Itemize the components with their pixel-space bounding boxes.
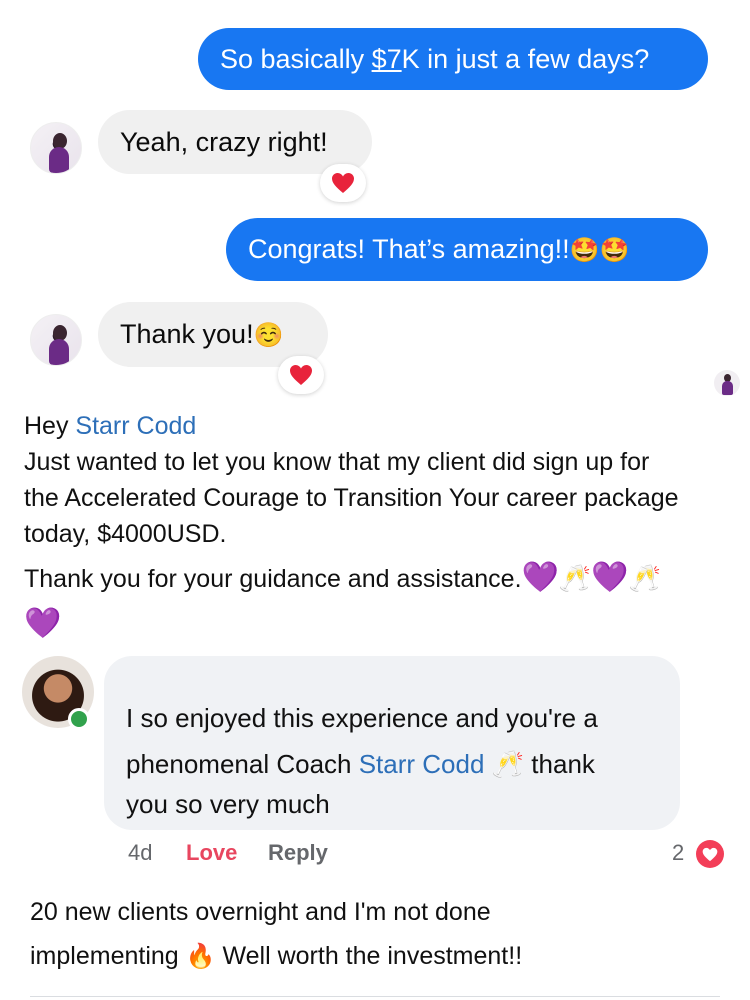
message-reaction[interactable] — [278, 356, 324, 394]
post-line: Hey Starr Codd — [24, 412, 197, 440]
purple-heart-icon: 💜 — [591, 560, 629, 595]
love-button[interactable]: Love — [186, 838, 237, 868]
reply-button[interactable]: Reply — [268, 838, 328, 868]
red-heart-icon — [332, 173, 354, 193]
post-line: today, $4000USD. — [24, 520, 227, 548]
love-reaction-icon[interactable] — [696, 840, 724, 868]
purple-heart-icon: 💜 — [24, 606, 62, 641]
sender-avatar[interactable] — [30, 122, 82, 174]
purple-heart-icon: 💜 — [521, 560, 559, 595]
message-text: Thank you! — [120, 319, 254, 349]
red-heart-icon — [290, 365, 312, 385]
clinking-glasses-icon: 🥂 — [491, 750, 525, 780]
star-struck-emoji-icon: 🤩🤩 — [569, 236, 630, 264]
post-line: the Accelerated Courage to Transition Yo… — [24, 484, 679, 512]
outgoing-message[interactable]: So basically $7K in just a few days? — [198, 28, 708, 90]
message-text: Yeah, crazy right! — [120, 127, 328, 157]
post-line: Just wanted to let you know that my clie… — [24, 448, 650, 476]
message-text-underlined: $7 — [371, 44, 402, 74]
read-receipt-avatar — [714, 370, 740, 396]
post-line: 20 new clients overnight and I'm not don… — [30, 898, 491, 926]
comment-text: you so very much — [126, 789, 330, 819]
smiling-emoji-icon: ☺️ — [253, 321, 284, 349]
online-status-indicator — [68, 708, 90, 730]
clinking-glasses-icon: 🥂 — [628, 564, 661, 594]
message-text: K in just a few days? — [401, 44, 650, 74]
outgoing-message[interactable]: Congrats! That’s amazing!!🤩🤩 — [226, 218, 708, 281]
sender-avatar[interactable] — [30, 314, 82, 366]
divider — [30, 996, 720, 997]
message-text: So basically — [220, 44, 372, 74]
comment-timestamp: 4d — [128, 840, 153, 865]
fire-icon: 🔥 — [185, 942, 216, 970]
message-reaction[interactable] — [320, 164, 366, 202]
comment-text: I so enjoyed this experience and you're … — [126, 703, 598, 733]
post-line: 💜 — [24, 606, 61, 643]
reaction-count[interactable]: 2 — [672, 838, 684, 868]
mention-link[interactable]: Starr Codd — [75, 412, 196, 440]
clinking-glasses-icon: 🥂 — [558, 564, 592, 594]
post-line: Thank you for your guidance and assistan… — [24, 560, 661, 595]
post-line: implementing 🔥 Well worth the investment… — [30, 942, 523, 970]
mention-link[interactable]: Starr Codd — [359, 749, 485, 779]
message-text: Congrats! That’s amazing!! — [248, 234, 570, 264]
comment-text: phenomenal Coach Starr Codd 🥂 thank — [126, 749, 595, 780]
